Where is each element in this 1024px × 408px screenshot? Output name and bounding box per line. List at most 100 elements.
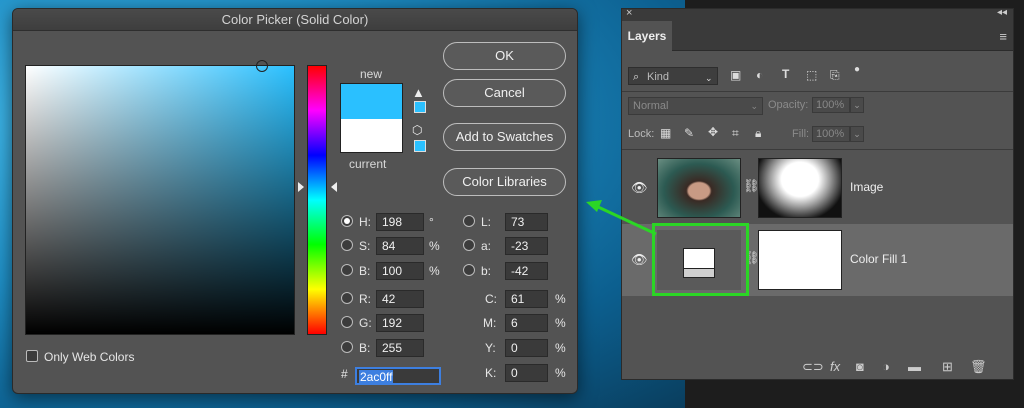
tab-layers[interactable]: Layers	[622, 21, 672, 51]
web-safe-swatch[interactable]	[414, 140, 426, 152]
adjustment-filter-icon[interactable]: ◐	[756, 68, 763, 82]
blend-mode-select[interactable]: Normal ⌄	[628, 97, 763, 115]
green-input[interactable]: 192	[376, 314, 424, 332]
black-input[interactable]: 0	[505, 364, 548, 382]
lock-position-icon[interactable]: ✥	[708, 125, 718, 139]
opacity-dropdown[interactable]: ⌄	[850, 97, 864, 113]
fill-input[interactable]: 100%	[812, 126, 850, 142]
lock-label: Lock:	[628, 128, 655, 140]
red-input[interactable]: 42	[376, 290, 424, 308]
red-label: R:	[359, 292, 371, 306]
color-cursor[interactable]	[256, 60, 268, 72]
lab-b-row: b: -42	[463, 262, 563, 280]
new-layer-icon[interactable]: ⊞	[942, 359, 953, 375]
panel-topbar: × ◂◂	[622, 7, 1013, 21]
lab-b-radio[interactable]	[463, 264, 475, 276]
black-label: K:	[485, 366, 497, 380]
magenta-row: M: 6 %	[471, 314, 571, 332]
lab-l-row: L: 73	[463, 213, 563, 231]
green-label: G:	[359, 316, 372, 330]
brightness-radio[interactable]	[341, 264, 353, 276]
only-web-colors-label: Only Web Colors	[44, 350, 135, 364]
cancel-button[interactable]: Cancel	[443, 79, 566, 107]
gamut-warning-icon[interactable]: ▲	[412, 85, 425, 100]
gamut-swatch[interactable]	[414, 101, 426, 113]
layer-name: Color Fill 1	[850, 252, 908, 266]
magenta-label: M:	[483, 316, 497, 330]
magenta-input[interactable]: 6	[505, 314, 548, 332]
add-to-swatches-button[interactable]: Add to Swatches	[443, 123, 566, 151]
saturation-radio[interactable]	[341, 239, 353, 251]
lab-a-radio[interactable]	[463, 239, 475, 251]
new-color-label: new	[360, 67, 383, 81]
blue-input[interactable]: 255	[376, 339, 424, 357]
saturation-input[interactable]: 84	[376, 237, 424, 255]
ok-button[interactable]: OK	[443, 42, 566, 70]
current-color-label: current	[349, 157, 387, 171]
opacity-label: Opacity:	[768, 99, 809, 111]
current-color-swatch[interactable]	[341, 119, 402, 152]
yellow-unit: %	[555, 341, 566, 355]
folder-icon[interactable]: ▬	[908, 359, 921, 374]
hue-input[interactable]: 198	[376, 213, 424, 231]
saturation-brightness-field[interactable]	[25, 60, 295, 335]
panel-footer: ⊂⊃ fx ◙ ◑ ▬ ⊞ 🗑︎	[622, 353, 1013, 379]
green-radio[interactable]	[341, 316, 353, 328]
lock-transparent-icon[interactable]: ▦	[660, 126, 671, 140]
hex-value: 2ac0ff	[359, 370, 394, 384]
image-layer-thumbnail	[657, 158, 741, 218]
color-picker-dialog: Color Picker (Solid Color) new current ▲…	[12, 8, 578, 394]
hue-slider-right-arrow[interactable]	[331, 182, 337, 192]
cyan-input[interactable]: 61	[505, 290, 548, 308]
lab-a-input[interactable]: -23	[505, 237, 548, 255]
hex-input[interactable]: 2ac0ff	[355, 367, 441, 385]
lock-all-icon[interactable]: 🔒︎	[755, 126, 761, 141]
filter-kind-label: Kind	[647, 71, 670, 83]
close-icon[interactable]: ×	[626, 7, 632, 19]
lab-b-input[interactable]: -42	[505, 262, 548, 280]
chevron-down-icon: ⌄	[705, 73, 713, 83]
yellow-input[interactable]: 0	[505, 339, 548, 357]
filter-toggle-icon[interactable]: ●	[854, 64, 860, 75]
new-color-swatch	[341, 84, 402, 119]
trash-icon[interactable]: 🗑︎	[970, 359, 987, 375]
red-radio[interactable]	[341, 292, 353, 304]
fx-icon[interactable]: fx	[830, 359, 840, 374]
filter-kind-select[interactable]: ⌕ Kind ⌄	[628, 67, 718, 85]
collapse-icon[interactable]: ◂◂	[997, 7, 1007, 18]
panel-tabbar: Layers ≡	[622, 21, 1013, 51]
black-unit: %	[555, 366, 566, 380]
hue-slider[interactable]	[307, 65, 327, 335]
blue-radio[interactable]	[341, 341, 353, 353]
layer-mask-thumbnail[interactable]	[758, 230, 842, 290]
layer-row-image[interactable]: 👁︎ ⛓︎ Image	[622, 152, 1013, 224]
layer-mask-thumbnail[interactable]	[758, 158, 842, 218]
hue-radio[interactable]	[341, 215, 353, 227]
lock-artboard-icon[interactable]: ⌗	[732, 126, 739, 141]
web-safe-cube-icon[interactable]: ⬡	[412, 123, 422, 137]
only-web-colors-checkbox[interactable]	[26, 350, 38, 362]
smart-object-filter-icon[interactable]: ⎘	[830, 68, 840, 83]
black-row: K: 0 %	[471, 364, 571, 382]
adjustment-icon[interactable]: ◑	[882, 359, 890, 374]
link-icon[interactable]: ⊂⊃	[802, 359, 824, 375]
layers-panel: × ◂◂ Layers ≡ ⌕ Kind ⌄ ▣ ◐ T ⬚ ⎘ ● Norma…	[621, 7, 1014, 380]
hue-unit: °	[429, 215, 434, 229]
brightness-input[interactable]: 100	[376, 262, 424, 280]
lab-l-radio[interactable]	[463, 215, 475, 227]
panel-menu-icon[interactable]: ≡	[999, 29, 1007, 44]
red-row: R: 42	[341, 290, 441, 308]
hue-slider-left-arrow[interactable]	[298, 182, 304, 192]
opacity-input[interactable]: 100%	[812, 97, 850, 113]
hue-row: H: 198 °	[341, 213, 441, 231]
fill-dropdown[interactable]: ⌄	[850, 126, 864, 142]
lock-pixels-icon[interactable]: ✎	[684, 126, 694, 140]
panel-divider	[622, 91, 1013, 92]
color-libraries-button[interactable]: Color Libraries	[443, 168, 566, 196]
shape-filter-icon[interactable]: ⬚	[806, 68, 817, 82]
lab-l-input[interactable]: 73	[505, 213, 548, 231]
mask-icon[interactable]: ◙	[856, 359, 864, 374]
eye-icon[interactable]: 👁︎	[631, 252, 648, 268]
type-filter-icon[interactable]: T	[782, 67, 789, 81]
pixel-filter-icon[interactable]: ▣	[730, 68, 741, 82]
